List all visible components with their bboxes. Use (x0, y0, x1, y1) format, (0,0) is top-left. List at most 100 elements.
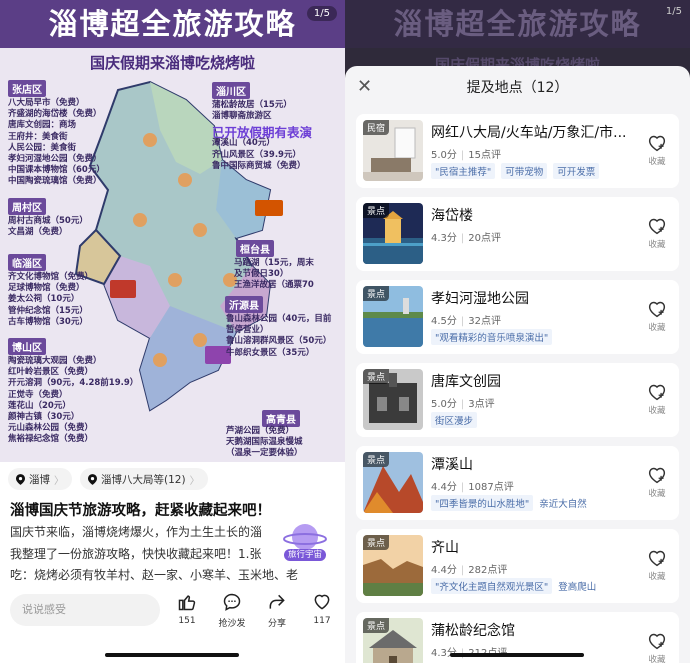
place-card[interactable]: 景点 海岱楼 4.3分 | 20点评 收藏 (356, 197, 679, 271)
region-items-zhoucun: 周村古商城（50元） 文昌湖（免费） (8, 216, 88, 238)
place-name: 孝妇河湿地公园 (431, 291, 529, 307)
place-reviews: 3点评 (468, 399, 495, 410)
region-yiyuan: 沂源县 (225, 296, 263, 313)
attraction: 潭溪山（40元） (212, 138, 275, 149)
chevron-right-icon: 〉 (54, 475, 64, 487)
favorite-place-button[interactable]: 收藏 (645, 632, 669, 663)
place-name: 蒲松龄纪念馆 (431, 623, 515, 639)
place-chip: 可开发票 (553, 163, 600, 179)
attraction: 足球博物馆（免费） (8, 283, 85, 294)
attraction: 王渔洋故居（通票70 (234, 280, 314, 291)
attraction: 暂停营业） (226, 325, 269, 336)
attraction: 周村古商城（50元） (8, 216, 88, 226)
favorite-label: 收藏 (648, 240, 666, 250)
region-items-zhangdian: 八大局早市（免费） 齐盛湖的海岱楼（免费） 唐库文创园：商场 王府井：美食街 人… (8, 98, 105, 188)
place-type-badge: 民宿 (363, 120, 390, 135)
favorite-label: 收藏 (648, 572, 666, 582)
place-score: 4.5分 (431, 316, 457, 327)
favorite-count: 117 (313, 616, 331, 626)
attraction: 红叶岭岩景区（免费） (8, 367, 94, 378)
favorite-place-button[interactable]: 收藏 (645, 549, 669, 582)
place-card[interactable]: 景点 孝妇河湿地公园 4.5分 | 32点评 "观看精彩的音乐喷泉演出" 收藏 (356, 280, 679, 354)
location-tag[interactable]: 淄博八大局等(12) 〉 (80, 468, 208, 490)
favorite-label: 收藏 (648, 489, 666, 499)
sheet-header: ✕ 提及地点（12） (345, 66, 690, 106)
dimmed-background[interactable]: 淄博超全旅游攻略 1/5 国庆假期来淄博吃烧烤啦 (345, 0, 690, 74)
attraction: 牛郎织女景区（35元） (226, 347, 315, 358)
attraction: 齐山风景区（39.9元） (212, 149, 301, 160)
place-chip: 亲近大自然 (539, 499, 587, 510)
favorite-place-button[interactable]: 收藏 (645, 217, 669, 250)
place-rating: 4.4分 | 282点评 (431, 565, 508, 576)
poster-image[interactable]: 淄博超全旅游攻略 1/5 国庆假期来淄博吃烧烤啦 已开放假期有表演 张店区 八大… (0, 0, 345, 462)
share-button[interactable]: 分享 (260, 592, 294, 629)
like-button[interactable]: 151 (170, 592, 204, 626)
place-card[interactable]: 景点 齐山 4.4分 | 282点评 "齐文化主题自然观光景区" 登高爬山 收藏 (356, 529, 679, 603)
like-count: 151 (178, 616, 196, 626)
attraction: 孝妇河湿地公园（免费） (8, 154, 102, 165)
location-tag[interactable]: 淄博 〉 (8, 468, 72, 490)
region-items-huantai: 马踏湖（15元，周末 及节假日30） 王渔洋故居（通票70 (234, 258, 314, 292)
place-type-badge: 景点 (363, 203, 390, 218)
chevron-right-icon: 〉 (189, 475, 200, 487)
place-tags: "四季皆景的山水胜地" 亲近大自然 (431, 495, 587, 511)
attraction: 莲花山（20元） (8, 400, 71, 411)
attraction: 马踏湖（15元，周末 (234, 258, 314, 268)
place-name: 齐山 (431, 540, 459, 556)
travel-universe-badge[interactable]: 旅行宇宙 (282, 517, 328, 563)
location-tag-label: 淄博 (29, 473, 50, 486)
favorite-button[interactable]: 117 (305, 592, 339, 626)
region-huantai: 桓台县 (236, 240, 274, 257)
attraction: 天鹅湖国际温泉慢城 (226, 437, 303, 448)
favorite-place-button[interactable]: 收藏 (645, 300, 669, 333)
favorite-place-button[interactable]: 收藏 (645, 466, 669, 499)
attraction: 焦裕禄纪念馆（免费） (8, 434, 94, 445)
comment-button[interactable]: 抢沙发 (215, 592, 249, 629)
favorite-label: 收藏 (648, 655, 666, 663)
attraction: 八大局早市（免费） (8, 98, 85, 108)
place-rating: 5.0分 | 15点评 (431, 150, 502, 161)
place-chip: "四季皆景的山水胜地" (431, 495, 534, 511)
place-name: 唐库文创园 (431, 374, 501, 390)
place-type-badge: 景点 (363, 369, 390, 384)
badge-label: 旅行宇宙 (287, 550, 322, 560)
note-title: 淄博国庆节旅游攻略，赶紧收藏起来吧！ (10, 503, 271, 519)
region-items-linzi: 齐文化博物馆（免费） 足球博物馆（免费） 姜太公祠（10元） 管仲纪念馆（15元… (8, 272, 93, 328)
attraction: 中国陶瓷琉璃馆（免费） (8, 176, 102, 187)
dimmed-image-counter: 1/5 (665, 6, 682, 17)
heart-icon (648, 384, 666, 401)
attraction: 及节假日30） (234, 269, 289, 280)
comment-input[interactable]: 说说感受 (10, 594, 160, 626)
place-reviews: 15点评 (468, 150, 502, 161)
heart-icon (648, 550, 666, 567)
place-chip: "观看精彩的音乐喷泉演出" (431, 329, 553, 345)
place-thumbnail: 民宿 (363, 120, 423, 181)
place-thumbnail: 景点 (363, 286, 423, 347)
attraction: 正觉寺（免费） (8, 389, 68, 400)
place-card[interactable]: 景点 潭溪山 4.4分 | 1087点评 "四季皆景的山水胜地" 亲近大自然 收藏 (356, 446, 679, 520)
heart-icon (648, 633, 666, 650)
place-card[interactable]: 景点 唐库文创园 5.0分 | 3点评 街区漫步 收藏 (356, 363, 679, 437)
attraction: 齐文化博物馆（免费） (8, 272, 94, 282)
note-body-line: 吃：烧烤必须有牧羊村、赵一家、小寒羊、玉米地、老 (10, 568, 299, 582)
favorite-label: 收藏 (648, 157, 666, 167)
favorite-place-button[interactable]: 收藏 (645, 383, 669, 416)
dimmed-poster-title: 淄博超全旅游攻略 (345, 0, 690, 48)
place-chip: "民宿主推荐" (431, 163, 496, 179)
place-type-badge: 景点 (363, 286, 390, 301)
attraction: 颜神古镇（30元） (8, 412, 80, 423)
place-thumbnail: 景点 (363, 369, 423, 430)
place-chip: 街区漫步 (431, 412, 478, 428)
region-items-zichuan: 蒲松龄故居（15元） 淄博聊斋旅游区 潭溪山（40元） 齐山风景区（39.9元）… (212, 100, 306, 172)
place-rating: 5.0分 | 3点评 (431, 399, 495, 410)
poster-title: 淄博超全旅游攻略 (0, 0, 345, 48)
image-counter: 1/5 (306, 6, 337, 21)
note-detail-pane: 淄博超全旅游攻略 1/5 国庆假期来淄博吃烧烤啦 已开放假期有表演 张店区 八大… (0, 0, 345, 663)
attraction: 开元溶洞（90元，4.28前19.9） (8, 378, 139, 389)
favorite-label: 收藏 (648, 323, 666, 333)
place-score: 4.4分 (431, 482, 457, 493)
place-card[interactable]: 民宿 网红八大局/火车站/万象汇/市... 5.0分 | 15点评 "民宿主推荐" 可… (356, 114, 679, 188)
favorite-place-button[interactable]: 收藏 (645, 134, 669, 167)
heart-icon (314, 594, 330, 610)
place-tags: "齐文化主题自然观光景区" 登高爬山 (431, 578, 596, 594)
